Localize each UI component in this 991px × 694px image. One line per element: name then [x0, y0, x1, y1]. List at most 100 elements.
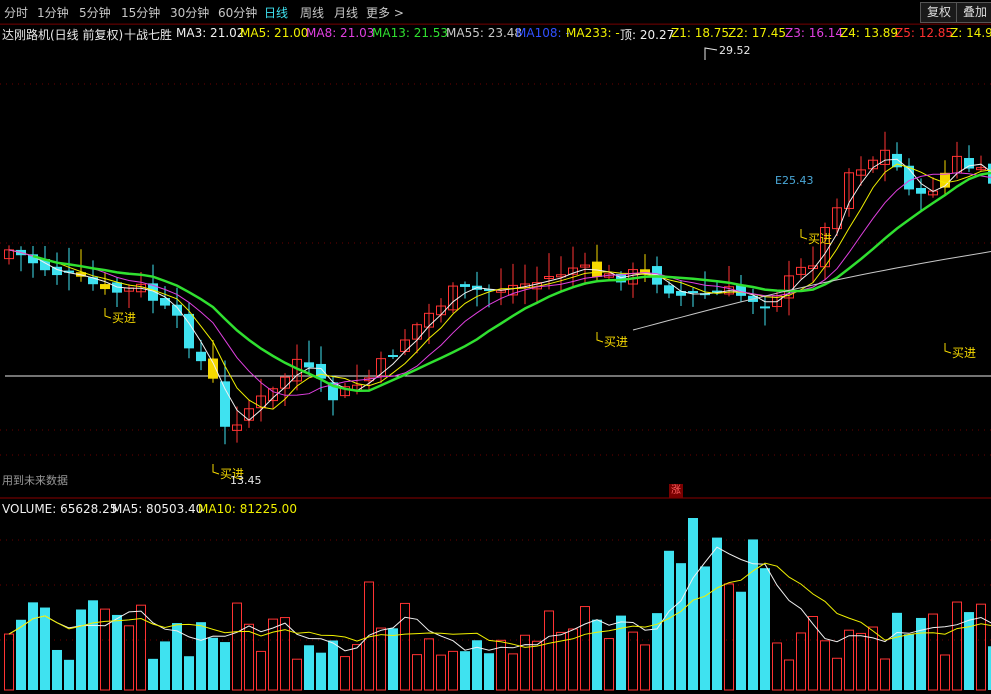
volume-bar-47 — [568, 628, 578, 691]
volume-bar-17 — [208, 637, 218, 690]
candle-body-76 — [916, 187, 926, 194]
volume-bar-38 — [460, 651, 470, 690]
volume-bar-9 — [112, 614, 122, 690]
candle-body-13 — [160, 298, 170, 306]
volume-bar-24 — [292, 658, 302, 691]
candle-body-49 — [592, 261, 602, 277]
volume-bar-45 — [544, 610, 554, 691]
volume-bar-21 — [256, 650, 266, 691]
volume-bar-73 — [880, 658, 890, 691]
volume-bar-51 — [616, 615, 626, 690]
volume-bar-53 — [640, 644, 650, 691]
volume-bar-70 — [844, 629, 854, 691]
volume-bar-72 — [868, 626, 878, 691]
buy-label-0: 买进 — [112, 311, 136, 325]
limit-up-badge: 涨 — [669, 484, 683, 498]
high-marker-arrow — [704, 47, 718, 60]
volume-bar-33 — [400, 602, 410, 691]
volume-bar-69 — [832, 657, 842, 691]
candle-body-17 — [208, 358, 218, 379]
candle-body-25 — [304, 362, 314, 368]
buy-label-2: 买进 — [604, 335, 628, 349]
volume-bar-71 — [856, 632, 866, 691]
volume-bar-20 — [244, 623, 254, 691]
volume-bar-58 — [700, 566, 710, 690]
volume-ma10-line — [8, 562, 991, 648]
volume-bar-0 — [4, 633, 14, 691]
volume-bar-29 — [352, 644, 362, 691]
buy-arrow-4 — [944, 343, 952, 354]
buy-arrow-1 — [212, 464, 220, 475]
high-price-label: 29.52 — [719, 44, 751, 57]
volume-bar-59 — [712, 537, 722, 690]
volume-bar-40 — [484, 653, 494, 690]
volume-bar-10 — [124, 625, 134, 691]
volume-bar-6 — [76, 609, 86, 690]
candle-body-38 — [460, 284, 470, 287]
candle-body-63 — [760, 306, 770, 309]
volume-bar-2 — [28, 602, 38, 690]
candle-body-12 — [148, 283, 158, 301]
volume-bar-4 — [52, 649, 62, 690]
mid-price-label: E25.43 — [775, 174, 813, 187]
volume-bar-80 — [964, 612, 974, 690]
candle-body-14 — [172, 304, 182, 316]
volume-bar-28 — [340, 656, 350, 691]
volume-bar-13 — [160, 641, 170, 690]
volume-bar-18 — [220, 642, 230, 690]
volume-bar-12 — [148, 658, 158, 690]
volume-bar-52 — [628, 631, 638, 691]
buy-arrow-0 — [104, 308, 112, 319]
kline-chart[interactable]: 买进买进买进买进买进29.5213.45E25.43 — [0, 0, 991, 694]
low-price-label: 13.45 — [230, 474, 262, 487]
volume-bar-63 — [760, 568, 770, 690]
volume-bar-49 — [592, 619, 602, 690]
volume-bar-7 — [88, 600, 98, 690]
volume-bar-3 — [40, 607, 50, 690]
volume-bar-61 — [736, 591, 746, 690]
volume-bar-25 — [304, 645, 314, 690]
volume-bar-35 — [424, 638, 434, 691]
volume-bar-56 — [676, 563, 686, 690]
volume-bar-1 — [16, 619, 26, 690]
volume-bar-11 — [136, 604, 146, 691]
volume-bar-76 — [916, 617, 926, 690]
candle-body-32 — [388, 355, 398, 358]
volume-bar-23 — [280, 617, 290, 691]
candle-body-16 — [196, 351, 206, 362]
buy-arrow-3 — [800, 229, 808, 240]
volume-bar-22 — [268, 618, 278, 691]
volume-bar-15 — [184, 656, 194, 690]
volume-bar-26 — [316, 652, 326, 690]
volume-bar-44 — [532, 640, 542, 691]
candle-body-55 — [664, 285, 674, 294]
volume-bar-60 — [724, 583, 734, 691]
volume-bar-32 — [388, 628, 398, 690]
volume-bar-65 — [784, 659, 794, 691]
volume-bar-19 — [232, 602, 242, 691]
volume-bar-16 — [196, 622, 206, 690]
volume-bar-34 — [412, 654, 422, 691]
volume-bar-36 — [436, 654, 446, 691]
volume-bar-31 — [376, 627, 386, 691]
volume-bar-64 — [772, 642, 782, 691]
candle-body-8 — [100, 284, 110, 290]
buy-label-4: 买进 — [952, 346, 976, 360]
volume-bar-5 — [64, 659, 74, 690]
volume-bar-43 — [520, 634, 530, 691]
future-data-note: 用到未来数据 — [2, 474, 68, 487]
volume-bar-77 — [928, 613, 938, 691]
volume-bar-48 — [580, 606, 590, 691]
ma13-line — [32, 171, 991, 392]
volume-bar-78 — [940, 654, 950, 691]
candle-body-80 — [964, 158, 974, 169]
volume-bar-68 — [820, 640, 830, 691]
volume-bar-42 — [508, 653, 518, 691]
volume-ma5-line — [8, 546, 991, 652]
volume-bar-37 — [448, 650, 458, 691]
volume-bar-66 — [796, 632, 806, 691]
volume-bar-27 — [328, 640, 338, 690]
buy-label-3: 买进 — [808, 232, 832, 246]
volume-bar-74 — [892, 612, 902, 690]
volume-bar-79 — [952, 601, 962, 691]
